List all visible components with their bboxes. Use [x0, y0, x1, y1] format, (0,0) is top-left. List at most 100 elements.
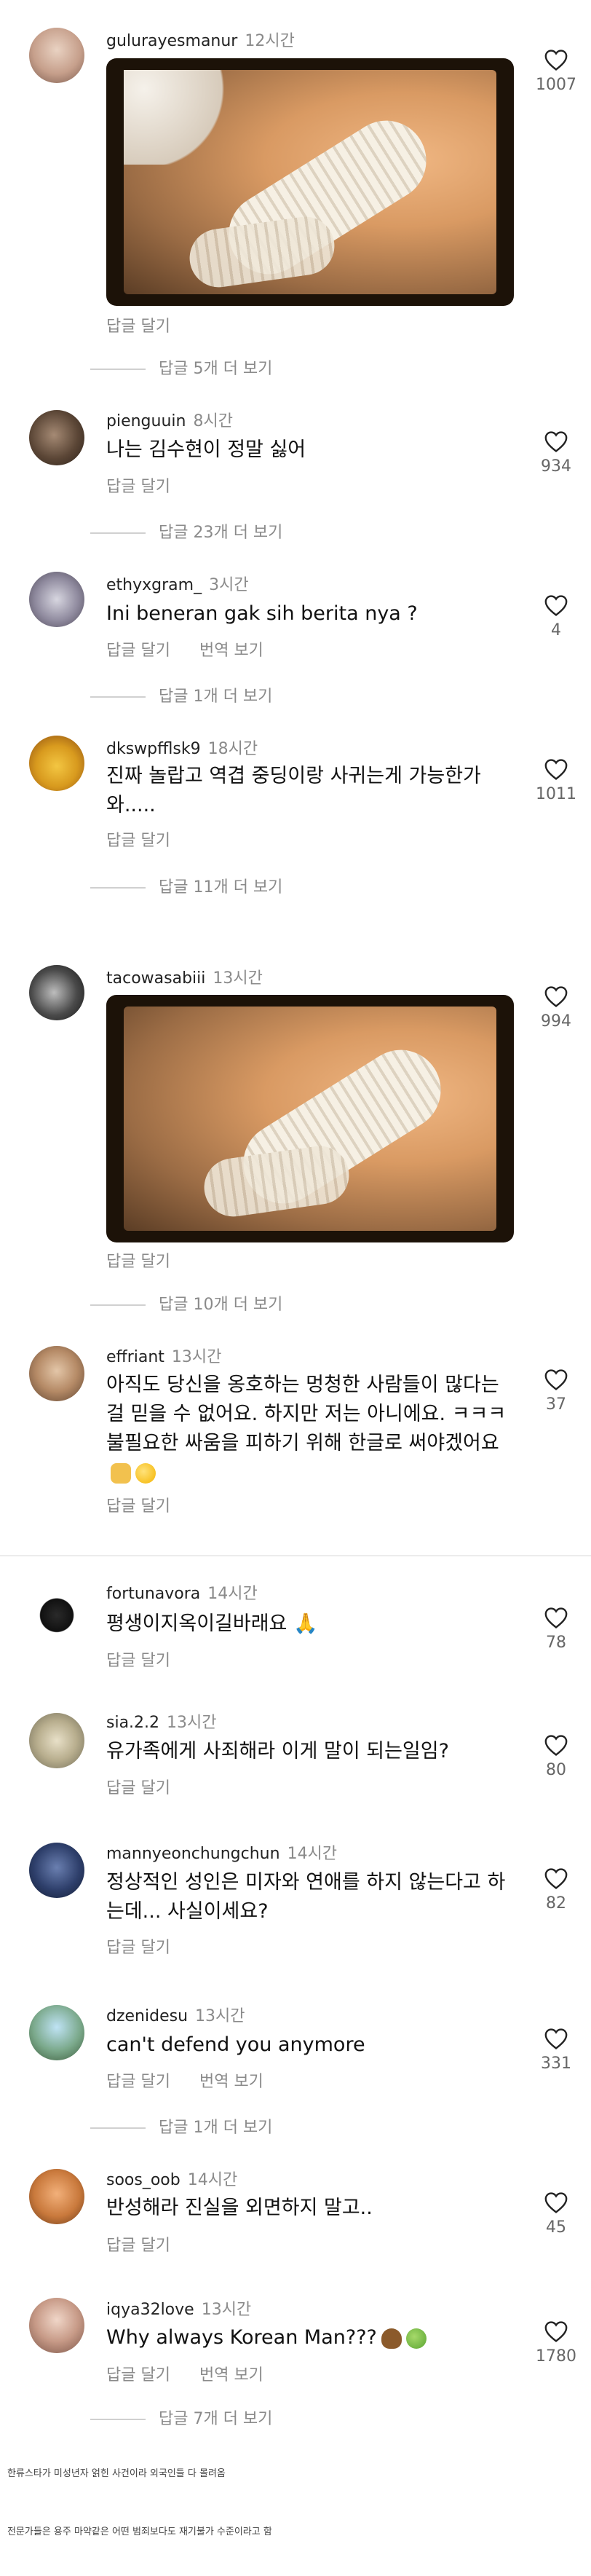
view-more-label[interactable]: 답글 1개 더 보기	[159, 2119, 272, 2137]
username[interactable]: dkswpfflsk9	[106, 740, 201, 758]
view-more-replies[interactable]: 답글 7개 더 보기	[90, 2406, 272, 2429]
username[interactable]: tacowasabiii	[106, 969, 205, 988]
view-more-replies[interactable]: 답글 1개 더 보기	[90, 683, 272, 706]
username[interactable]: sia.2.2	[106, 1714, 159, 1732]
username[interactable]: gulurayesmanur	[106, 32, 237, 50]
avatar[interactable]	[29, 2169, 84, 2224]
username[interactable]: dzenidesu	[106, 2007, 188, 2025]
reply-button[interactable]: 답글 달기	[106, 2366, 170, 2384]
like-button[interactable]: 78	[527, 1606, 585, 1652]
username[interactable]: pienguuin	[106, 412, 186, 430]
translate-button[interactable]: 번역 보기	[199, 2073, 263, 2091]
reply-button[interactable]: 답글 달기	[106, 642, 170, 660]
avatar[interactable]	[29, 28, 84, 83]
comment-username-line[interactable]: fortunavora 14시간	[106, 1580, 258, 1604]
comment-actions: 답글 달기	[106, 313, 199, 336]
view-more-replies[interactable]: 답글 10개 더 보기	[90, 1291, 282, 1315]
heart-outline-icon	[544, 431, 568, 452]
comment-username-line[interactable]: gulurayesmanur 12시간	[106, 28, 295, 51]
view-more-replies[interactable]: 답글 1개 더 보기	[90, 2114, 272, 2138]
username[interactable]: ethyxgram_	[106, 576, 202, 594]
reply-button[interactable]: 답글 달기	[106, 1652, 170, 1670]
heart-outline-icon	[544, 986, 568, 1007]
comment-username-line[interactable]: mannyeonchungchun 14시간	[106, 1840, 337, 1864]
avatar[interactable]	[29, 572, 84, 627]
reply-button[interactable]: 답글 달기	[106, 1939, 170, 1957]
like-button[interactable]: 82	[527, 1867, 585, 1913]
view-more-replies[interactable]: 답글 23개 더 보기	[90, 519, 282, 543]
view-more-label[interactable]: 답글 7개 더 보기	[159, 2410, 272, 2428]
username[interactable]: iqya32love	[106, 2301, 194, 2319]
comment-username-line[interactable]: tacowasabiii 13시간	[106, 965, 263, 988]
divider-line	[90, 2419, 146, 2420]
avatar[interactable]	[29, 410, 84, 465]
reply-button[interactable]: 답글 달기	[106, 1497, 170, 1516]
divider-line	[90, 887, 146, 889]
timestamp: 13시간	[195, 2007, 245, 2025]
like-button[interactable]: 934	[527, 430, 585, 476]
username[interactable]: fortunavora	[106, 1585, 200, 1603]
section-divider	[0, 1555, 591, 1556]
view-more-replies[interactable]: 답글 11개 더 보기	[90, 874, 282, 897]
view-more-replies[interactable]: 답글 5개 더 보기	[90, 355, 272, 379]
like-count: 994	[541, 1012, 571, 1031]
like-button[interactable]: 45	[527, 2191, 585, 2237]
reply-button[interactable]: 답글 달기	[106, 478, 170, 496]
like-button[interactable]: 1780	[527, 2320, 585, 2366]
comment-username-line[interactable]: sia.2.2 13시간	[106, 1709, 217, 1733]
divider-line	[90, 532, 146, 534]
comment-username-line[interactable]: pienguuin 8시간	[106, 408, 233, 431]
timestamp: 3시간	[209, 576, 249, 594]
comment-image[interactable]	[106, 58, 514, 306]
avatar[interactable]	[29, 2298, 84, 2353]
view-more-label[interactable]: 답글 5개 더 보기	[159, 360, 272, 378]
like-button[interactable]: 1011	[527, 757, 585, 803]
comment-actions: 답글 달기	[106, 1248, 199, 1272]
like-count: 37	[546, 1395, 566, 1414]
translate-button[interactable]: 번역 보기	[199, 642, 263, 660]
avatar[interactable]	[29, 736, 84, 791]
like-button[interactable]: 1007	[527, 48, 585, 94]
view-more-label[interactable]: 답글 11개 더 보기	[159, 878, 282, 897]
reply-button[interactable]: 답글 달기	[106, 1253, 170, 1271]
reply-button[interactable]: 답글 달기	[106, 2073, 170, 2091]
avatar[interactable]	[29, 965, 84, 1020]
avatar[interactable]	[29, 2005, 84, 2060]
comment-text: 반성해라 진실을 외면하지 말고..	[106, 2197, 373, 2219]
comment-actions: 답글 달기 번역 보기	[106, 637, 293, 661]
username[interactable]: mannyeonchungchun	[106, 1845, 280, 1863]
view-more-label[interactable]: 답글 23개 더 보기	[159, 524, 282, 542]
comment-username-line[interactable]: ethyxgram_ 3시간	[106, 572, 249, 595]
comment-username-line[interactable]: effriant 13시간	[106, 1344, 221, 1367]
divider-line	[90, 1304, 146, 1306]
poop-emoji-icon	[381, 2328, 402, 2349]
nauseated-face-emoji-icon	[405, 2328, 427, 2349]
like-button[interactable]: 994	[527, 985, 585, 1031]
comment-username-line[interactable]: iqya32love 13시간	[106, 2296, 251, 2320]
like-button[interactable]: 4	[527, 594, 585, 639]
translate-button[interactable]: 번역 보기	[199, 2366, 263, 2384]
like-count: 4	[551, 621, 561, 639]
like-button[interactable]: 331	[527, 2027, 585, 2073]
reply-button[interactable]: 답글 달기	[106, 2237, 170, 2255]
comment-username-line[interactable]: soos_oob 14시간	[106, 2167, 237, 2190]
avatar[interactable]	[29, 1713, 84, 1768]
comment-username-line[interactable]: dkswpfflsk9 18시간	[106, 736, 258, 759]
reply-button[interactable]: 답글 달기	[106, 1779, 170, 1797]
comment-image[interactable]	[106, 995, 514, 1242]
avatar[interactable]	[29, 1585, 84, 1640]
view-more-label[interactable]: 답글 10개 더 보기	[159, 1296, 282, 1314]
comment-text: Ini beneran gak sih berita nya ?	[106, 602, 418, 625]
like-button[interactable]: 37	[527, 1368, 585, 1414]
username[interactable]: effriant	[106, 1348, 164, 1366]
reply-button[interactable]: 답글 달기	[106, 318, 170, 336]
heart-outline-icon	[544, 595, 568, 616]
avatar[interactable]	[29, 1346, 84, 1401]
like-button[interactable]: 80	[527, 1733, 585, 1779]
username[interactable]: soos_oob	[106, 2171, 181, 2189]
reply-button[interactable]: 답글 달기	[106, 832, 170, 850]
view-more-label[interactable]: 답글 1개 더 보기	[159, 688, 272, 706]
comment-username-line[interactable]: dzenidesu 13시간	[106, 2003, 245, 2026]
avatar[interactable]	[29, 1843, 84, 1898]
comment-actions: 답글 달기 번역 보기	[106, 2362, 293, 2385]
